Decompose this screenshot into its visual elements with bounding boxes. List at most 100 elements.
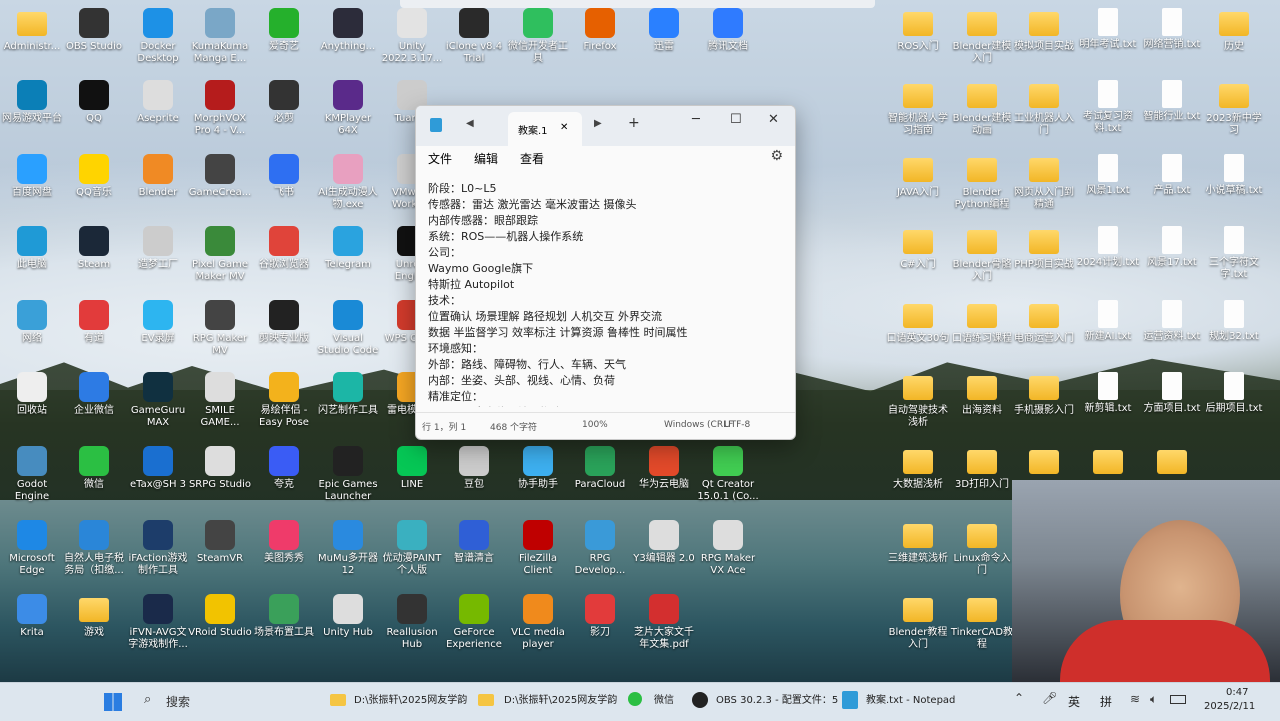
desktop-icon[interactable]: 必剪 — [252, 80, 316, 125]
desktop-icon[interactable]: Qt Creator 15.0.1 (Co... — [696, 446, 760, 503]
desktop-icon[interactable]: 智能行业.txt — [1140, 80, 1204, 123]
desktop-icon[interactable]: Steam — [62, 226, 126, 271]
desktop-icon[interactable]: Godot Engine — [0, 446, 64, 503]
desktop-icon[interactable]: 工业机器人入门 — [1012, 80, 1076, 137]
settings-gear-icon[interactable]: ⚙ — [770, 148, 783, 164]
desktop-icon[interactable]: 芝片大家文千年文集.pdf — [632, 594, 696, 651]
desktop-icon[interactable]: 百度网盘 — [0, 154, 64, 199]
menu-file[interactable]: 文件 — [428, 150, 452, 167]
desktop-icon[interactable]: 造梦工厂 — [126, 226, 190, 271]
desktop-icon[interactable]: SRPG Studio — [188, 446, 252, 491]
tab-active[interactable]: 教案.1 ✕ — [508, 112, 582, 146]
taskbar-folder-icon-1[interactable] — [330, 694, 346, 706]
desktop-icon[interactable]: ParaCloud — [568, 446, 632, 491]
desktop-icon[interactable]: Unity 2022.3.17... — [380, 8, 444, 65]
desktop-icon[interactable]: eTax@SH 3 — [126, 446, 190, 491]
minimize-icon[interactable]: ─ — [692, 112, 700, 127]
desktop-icon[interactable]: 闪艺制作工具 — [316, 372, 380, 417]
desktop-icon[interactable]: 出海资料 — [950, 372, 1014, 417]
desktop-icon[interactable]: C#入门 — [886, 226, 950, 271]
desktop-icon[interactable]: 风景17.txt — [1140, 226, 1204, 269]
ime-mode[interactable]: 拼 — [1100, 693, 1112, 710]
desktop-icon[interactable]: Anything... — [316, 8, 380, 53]
new-tab-icon[interactable]: + — [628, 115, 640, 131]
desktop-icon[interactable]: 有道 — [62, 300, 126, 345]
desktop-icon[interactable]: QQ音乐 — [62, 154, 126, 199]
desktop-icon[interactable]: 历史 — [1202, 8, 1266, 53]
menu-view[interactable]: 查看 — [520, 150, 544, 167]
desktop-icon[interactable]: 口语英文30句 — [886, 300, 950, 345]
desktop-icon[interactable]: GeForce Experience — [442, 594, 506, 651]
desktop-icon[interactable]: 智谱清言 — [442, 520, 506, 565]
desktop-icon[interactable]: 模拟项目实战 — [1012, 8, 1076, 53]
obs-icon[interactable] — [692, 692, 708, 708]
desktop-icon[interactable]: 口语练习课程 — [950, 300, 1014, 345]
desktop-icon[interactable]: QQ — [62, 80, 126, 125]
desktop-icon[interactable]: Krita — [0, 594, 64, 639]
desktop-icon[interactable]: Epic Games Launcher — [316, 446, 380, 503]
desktop-icon[interactable]: 游戏 — [62, 594, 126, 639]
desktop-icon[interactable]: Linux命令入门 — [950, 520, 1014, 577]
desktop-icon[interactable]: SteamVR — [188, 520, 252, 565]
notepad-window[interactable]: ◀ 教案.1 ✕ ▶ + ─ ☐ ✕ 文件 编辑 查看 ⚙ 阶段：L0~L5 传感… — [415, 105, 796, 440]
wechat-icon[interactable] — [628, 692, 642, 706]
desktop-icon[interactable] — [1012, 446, 1076, 479]
desktop-icon[interactable]: iFAction游戏制作工具 — [126, 520, 190, 577]
search-icon[interactable]: ⌕ — [144, 692, 151, 707]
desktop-icon[interactable]: 自然人电子税务局（扣缴... — [62, 520, 126, 577]
desktop-icon[interactable]: Docker Desktop — [126, 8, 190, 65]
desktop-icon[interactable]: 剪映专业版 — [252, 300, 316, 345]
desktop-icon[interactable]: 大数据浅析 — [886, 446, 950, 491]
desktop-icon[interactable]: Administr... — [0, 8, 64, 53]
desktop-icon[interactable]: OBS Studio — [62, 8, 126, 53]
desktop-icon[interactable]: 小说草稿.txt — [1202, 154, 1266, 197]
desktop-icon[interactable]: 后期项目.txt — [1202, 372, 1266, 415]
desktop-icon[interactable]: 此电脑 — [0, 226, 64, 271]
microphone-icon[interactable]: 🎤︎ — [1042, 691, 1057, 705]
desktop-icon[interactable]: 网页从入门到精通 — [1012, 154, 1076, 211]
desktop-icon[interactable]: 2023新中学习 — [1202, 80, 1266, 137]
desktop-icon[interactable]: 3D打印入门 — [950, 446, 1014, 491]
desktop-icon[interactable]: VRoid Studio — [188, 594, 252, 639]
notepad-titlebar[interactable]: ◀ 教案.1 ✕ ▶ + ─ ☐ ✕ — [416, 106, 795, 146]
desktop-icon[interactable]: 新建AI.txt — [1076, 300, 1140, 343]
desktop-icon[interactable]: Ai生成动漫人物.exe — [316, 154, 380, 211]
desktop-icon[interactable]: Pixel Game Maker MV — [188, 226, 252, 283]
desktop-icon[interactable]: TinkerCAD教程 — [950, 594, 1014, 651]
desktop-icon[interactable]: 新剪辑.txt — [1076, 372, 1140, 415]
desktop-icon[interactable]: VLC media player — [506, 594, 570, 651]
desktop-icon[interactable]: Blender Python编程 — [950, 154, 1014, 211]
desktop-icon[interactable]: Y3编辑器 2.0 — [632, 520, 696, 565]
desktop-icon[interactable]: 回收站 — [0, 372, 64, 417]
desktop-icon[interactable]: 网络营销.txt — [1140, 8, 1204, 51]
taskbar-folder-icon-2[interactable] — [478, 694, 494, 706]
desktop-icon[interactable]: EV录屏 — [126, 300, 190, 345]
taskbar-item-obs[interactable]: OBS 30.2.3 - 配置文件：5 — [716, 691, 838, 706]
desktop-icon[interactable]: 产品.txt — [1140, 154, 1204, 197]
desktop-icon[interactable]: 三个字符文字.txt — [1202, 226, 1266, 281]
desktop-icon[interactable]: 三维建筑浅析 — [886, 520, 950, 565]
close-icon[interactable]: ✕ — [768, 112, 779, 127]
tab-close-icon[interactable]: ✕ — [560, 122, 568, 133]
desktop-icon[interactable]: MorphVOX Pro 4 - V... — [188, 80, 252, 137]
desktop-icon[interactable]: RPG Develop... — [568, 520, 632, 577]
desktop-icon[interactable]: RPG Maker MV — [188, 300, 252, 357]
desktop-icon[interactable]: 风景1.txt — [1076, 154, 1140, 197]
tray-chevron-icon[interactable]: ⌃ — [1014, 691, 1024, 705]
desktop-icon[interactable]: 迅雷 — [632, 8, 696, 53]
desktop-icon[interactable]: 美图秀秀 — [252, 520, 316, 565]
start-windows-icon[interactable] — [104, 693, 122, 711]
desktop-icon[interactable]: KumaKuma Manga E... — [188, 8, 252, 65]
clock-date[interactable]: 2025/2/11 — [1204, 701, 1255, 712]
desktop-icon[interactable]: 手机摄影入门 — [1012, 372, 1076, 417]
desktop-icon[interactable]: Aseprite — [126, 80, 190, 125]
desktop-icon[interactable]: Firefox — [568, 8, 632, 53]
search-box[interactable]: 搜索 — [166, 693, 190, 710]
desktop-icon[interactable] — [1140, 446, 1204, 479]
desktop-icon[interactable]: 2024计划.txt — [1076, 226, 1140, 269]
desktop-icon[interactable]: GameGuru MAX — [126, 372, 190, 429]
desktop-icon[interactable]: 微信开发者工具 — [506, 8, 570, 65]
desktop-icon[interactable]: iFVN-AVG文字游戏制作... — [126, 594, 190, 651]
desktop-icon[interactable]: Visual Studio Code — [316, 300, 380, 357]
desktop-icon[interactable]: 腾讯文档 — [696, 8, 760, 53]
